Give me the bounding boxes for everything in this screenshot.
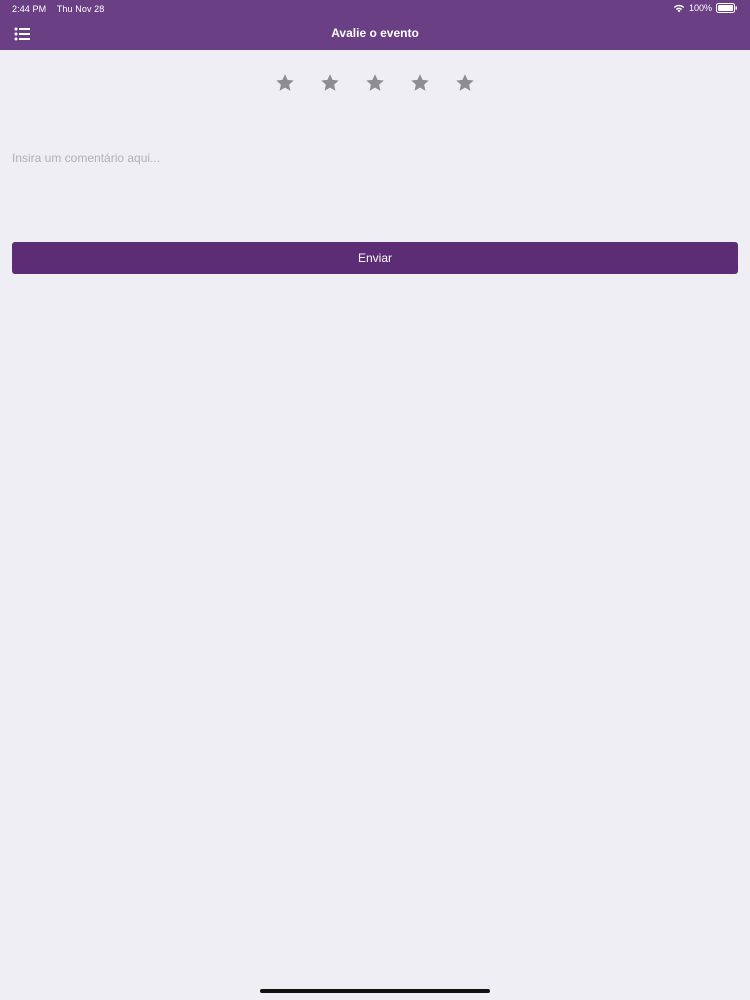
star-icon[interactable] bbox=[364, 72, 386, 94]
page-title: Avalie o evento bbox=[331, 26, 419, 40]
status-time-date: 2:44 PM Thu Nov 28 bbox=[12, 4, 104, 14]
status-time: 2:44 PM bbox=[12, 4, 47, 14]
event-rating-screen: 2:44 PM Thu Nov 28 100% Avalie o evento … bbox=[0, 0, 750, 1000]
star-icon[interactable] bbox=[274, 72, 296, 94]
comment-input[interactable] bbox=[12, 145, 738, 231]
status-bar: 2:44 PM Thu Nov 28 100% bbox=[0, 0, 750, 18]
status-indicators: 100% bbox=[673, 3, 738, 13]
star-icon[interactable] bbox=[454, 72, 476, 94]
wifi-icon bbox=[673, 3, 685, 13]
submit-button[interactable]: Enviar bbox=[12, 242, 738, 274]
navigation-bar: Avalie o evento bbox=[0, 18, 750, 50]
star-icon[interactable] bbox=[319, 72, 341, 94]
star-rating bbox=[0, 72, 750, 102]
battery-percentage: 100% bbox=[688, 3, 712, 13]
battery-icon bbox=[716, 3, 738, 13]
star-icon[interactable] bbox=[409, 72, 431, 94]
app-header: 2:44 PM Thu Nov 28 100% Avalie o evento bbox=[0, 0, 750, 50]
home-indicator bbox=[260, 989, 490, 993]
status-date: Thu Nov 28 bbox=[56, 4, 105, 14]
